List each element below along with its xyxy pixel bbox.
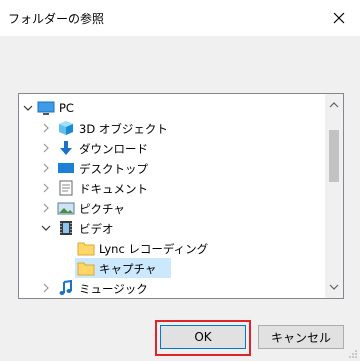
tree-item-label: Lync レコーディング	[99, 242, 209, 256]
pictures-icon	[57, 202, 75, 215]
chevron-right-icon[interactable]	[41, 143, 51, 153]
folder-browse-dialog: { "dialog": { "title": "フォルダーの参照" }, "tr…	[0, 0, 360, 361]
tree-item-lync-recording[interactable]: Lync レコーディング	[19, 238, 325, 258]
tree-item-label: ピクチャ	[79, 202, 125, 216]
music-icon	[59, 280, 72, 295]
tree-item-pc[interactable]: PC	[19, 98, 325, 118]
tree-item-documents[interactable]: ドキュメント	[19, 178, 325, 198]
video-icon	[60, 221, 72, 235]
chevron-down-icon[interactable]	[41, 223, 51, 233]
chevron-right-icon[interactable]	[41, 283, 51, 293]
scroll-up-icon[interactable]	[329, 100, 339, 110]
tree-item-label: キャプチャ	[99, 262, 157, 276]
close-icon	[333, 12, 345, 24]
scroll-down-icon[interactable]	[329, 282, 339, 292]
vertical-scrollbar[interactable]	[325, 94, 343, 298]
pc-icon	[37, 101, 55, 115]
download-icon	[60, 141, 72, 155]
close-button[interactable]	[318, 0, 360, 36]
tree-item-pictures[interactable]: ピクチャ	[19, 198, 325, 218]
tree-item-label: 3D オブジェクト	[79, 122, 168, 136]
title-bar: フォルダーの参照	[0, 0, 360, 36]
tree-item-label: デスクトップ	[79, 162, 148, 176]
tree-item-label: ダウンロード	[79, 142, 148, 156]
resize-grip-icon[interactable]	[348, 349, 358, 359]
tree-item-music[interactable]: ミュージック	[19, 278, 325, 298]
chevron-down-icon[interactable]	[23, 103, 33, 113]
dialog-title: フォルダーの参照	[8, 12, 105, 26]
documents-icon	[59, 180, 73, 196]
ok-button[interactable]: OK	[160, 325, 246, 349]
chevron-right-icon[interactable]	[41, 163, 51, 173]
tree-item-videos[interactable]: ビデオ	[19, 218, 325, 238]
tree-item-desktop[interactable]: デスクトップ	[19, 158, 325, 178]
chevron-right-icon[interactable]	[41, 203, 51, 213]
tree-item-label: PC	[59, 101, 74, 115]
chevron-right-icon[interactable]	[41, 183, 51, 193]
tree-item-label: ドキュメント	[79, 182, 148, 196]
chevron-right-icon[interactable]	[41, 123, 51, 133]
folder-tree[interactable]: PC 3D オブジェクト ダウンロード デスクトップ ドキュメント ピクチャ ビ…	[18, 93, 344, 299]
tree-item-capture[interactable]: キャプチャ	[75, 258, 171, 278]
desktop-icon	[58, 163, 74, 173]
folder-icon	[77, 262, 95, 276]
3d-objects-icon	[59, 121, 73, 135]
cancel-button[interactable]: キャンセル	[258, 325, 344, 349]
scrollbar-thumb[interactable]	[329, 130, 339, 182]
folder-icon	[77, 242, 95, 256]
tree-item-label: ミュージック	[79, 282, 148, 296]
tree-item-3d-objects[interactable]: 3D オブジェクト	[19, 118, 325, 138]
tree-item-label: ビデオ	[79, 222, 114, 236]
tree-item-downloads[interactable]: ダウンロード	[19, 138, 325, 158]
